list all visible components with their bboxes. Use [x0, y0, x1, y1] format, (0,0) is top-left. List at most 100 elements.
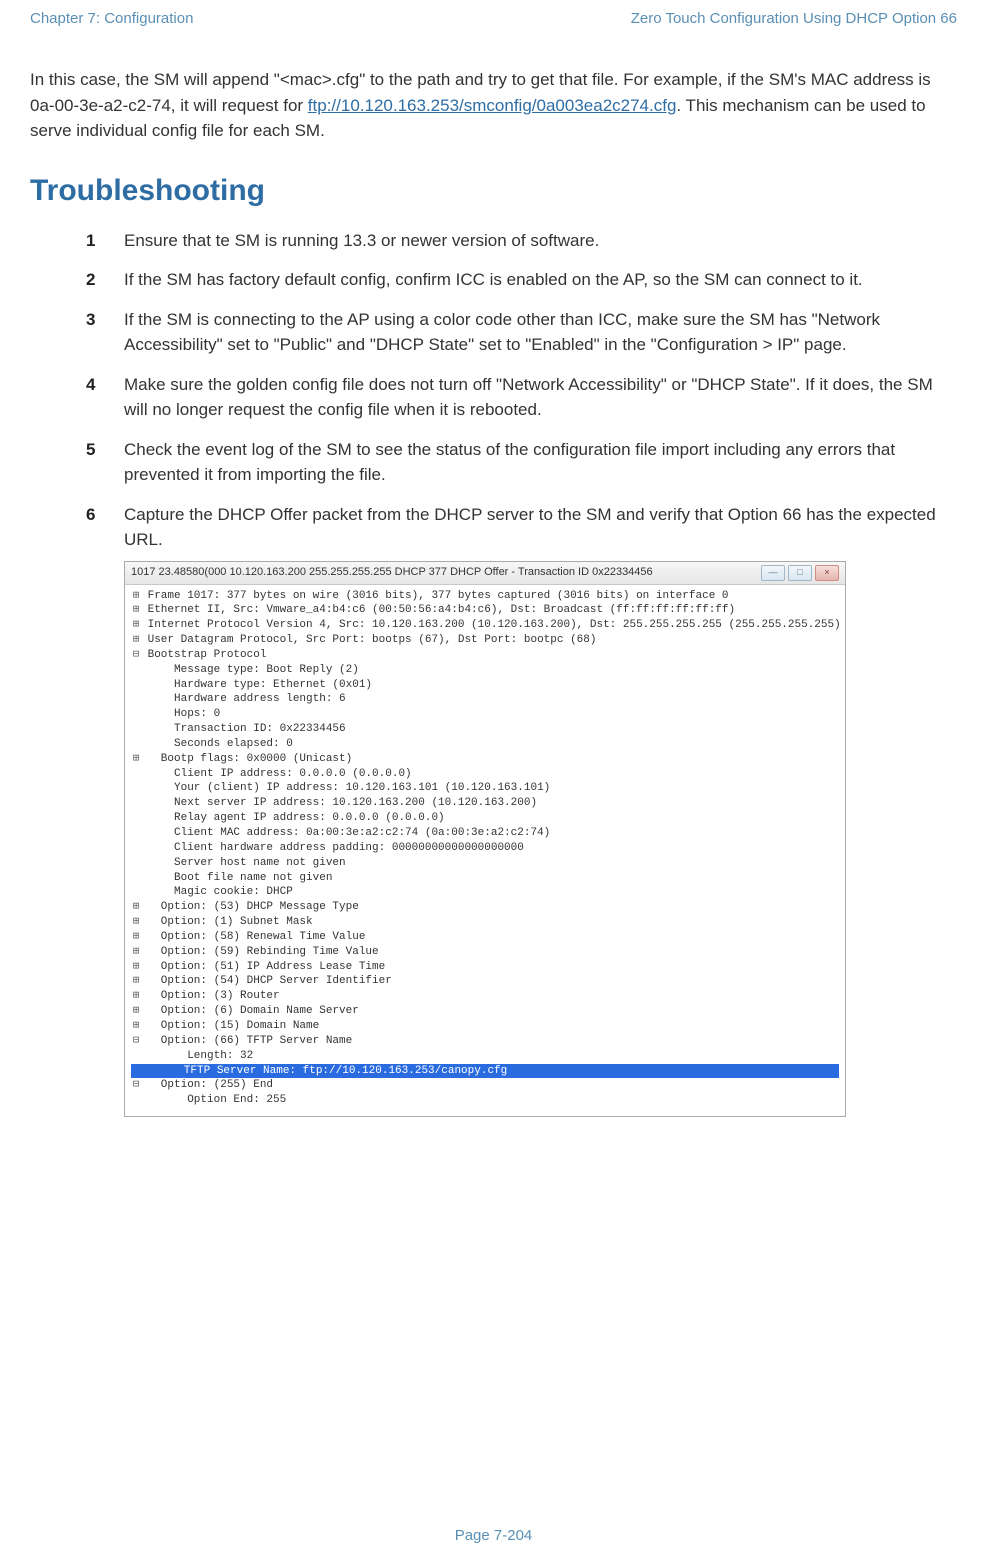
packet-line[interactable]: ⊞ Bootp flags: 0x0000 (Unicast): [131, 752, 839, 767]
packet-line[interactable]: ⊞ Frame 1017: 377 bytes on wire (3016 bi…: [131, 589, 839, 604]
packet-line[interactable]: ⊞ Option: (59) Rebinding Time Value: [131, 945, 839, 960]
tree-toggle-icon[interactable]: ⊞: [131, 960, 141, 975]
packet-line[interactable]: Server host name not given: [131, 856, 839, 871]
step-text: Make sure the golden config file does no…: [124, 375, 933, 420]
window-titlebar: 1017 23.48580(000 10.120.163.200 255.255…: [125, 562, 845, 585]
packet-line[interactable]: Your (client) IP address: 10.120.163.101…: [131, 781, 839, 796]
tree-toggle-icon[interactable]: ⊞: [131, 603, 141, 618]
intro-paragraph: In this case, the SM will append "<mac>.…: [30, 67, 957, 144]
packet-line[interactable]: TFTP Server Name: ftp://10.120.163.253/c…: [131, 1064, 839, 1079]
packet-line-text: Option: (255) End: [141, 1079, 273, 1091]
packet-line[interactable]: ⊞ Option: (54) DHCP Server Identifier: [131, 974, 839, 989]
packet-line-text: Client MAC address: 0a:00:3e:a2:c2:74 (0…: [141, 827, 550, 839]
tree-toggle-icon[interactable]: ⊞: [131, 930, 141, 945]
packet-line-text: Option: (58) Renewal Time Value: [141, 931, 365, 943]
packet-line[interactable]: ⊞ Option: (6) Domain Name Server: [131, 1004, 839, 1019]
packet-line[interactable]: Client MAC address: 0a:00:3e:a2:c2:74 (0…: [131, 826, 839, 841]
window-buttons: — □ ×: [761, 565, 839, 581]
packet-line[interactable]: Boot file name not given: [131, 871, 839, 886]
tree-toggle-icon: [131, 811, 141, 826]
packet-line[interactable]: Magic cookie: DHCP: [131, 885, 839, 900]
packet-line[interactable]: ⊞ Ethernet II, Src: Vmware_a4:b4:c6 (00:…: [131, 603, 839, 618]
tree-toggle-icon[interactable]: ⊟: [131, 1078, 141, 1093]
packet-line[interactable]: Hardware type: Ethernet (0x01): [131, 678, 839, 693]
packet-line-text: Option: (6) Domain Name Server: [141, 1005, 359, 1017]
packet-line[interactable]: Client hardware address padding: 0000000…: [131, 841, 839, 856]
packet-line-text: Magic cookie: DHCP: [141, 886, 293, 898]
packet-tree[interactable]: ⊞ Frame 1017: 377 bytes on wire (3016 bi…: [125, 585, 845, 1117]
packet-line[interactable]: Client IP address: 0.0.0.0 (0.0.0.0): [131, 767, 839, 782]
packet-line-text: Bootp flags: 0x0000 (Unicast): [141, 753, 352, 765]
packet-line-text: User Datagram Protocol, Src Port: bootps…: [141, 634, 596, 646]
tree-toggle-icon: [131, 856, 141, 871]
packet-line-text: Option: (51) IP Address Lease Time: [141, 961, 385, 973]
tree-toggle-icon[interactable]: ⊞: [131, 752, 141, 767]
packet-line[interactable]: ⊞ Option: (53) DHCP Message Type: [131, 900, 839, 915]
packet-line[interactable]: ⊞ Internet Protocol Version 4, Src: 10.1…: [131, 618, 839, 633]
packet-line[interactable]: Seconds elapsed: 0: [131, 737, 839, 752]
tree-toggle-icon: [131, 871, 141, 886]
step-text: If the SM has factory default config, co…: [124, 270, 863, 289]
tree-toggle-icon[interactable]: ⊞: [131, 974, 141, 989]
packet-line-text: Hardware address length: 6: [141, 693, 346, 705]
tree-toggle-icon: [131, 767, 141, 782]
packet-line-text: Client IP address: 0.0.0.0 (0.0.0.0): [141, 768, 412, 780]
tree-toggle-icon[interactable]: ⊞: [131, 589, 141, 604]
close-button[interactable]: ×: [815, 565, 839, 581]
tree-toggle-icon: [131, 663, 141, 678]
tree-toggle-icon[interactable]: ⊞: [131, 618, 141, 633]
tree-toggle-icon[interactable]: ⊞: [131, 900, 141, 915]
step-number: 4: [86, 372, 95, 398]
tree-toggle-icon: [131, 737, 141, 752]
packet-line[interactable]: ⊞ Option: (1) Subnet Mask: [131, 915, 839, 930]
packet-line-text: Frame 1017: 377 bytes on wire (3016 bits…: [141, 590, 729, 602]
step-item: 2 If the SM has factory default config, c…: [86, 267, 957, 293]
step-item: 3If the SM is connecting to the AP using…: [86, 307, 957, 358]
step-number: 6: [86, 502, 95, 528]
ftp-link[interactable]: ftp://10.120.163.253/smconfig/0a003ea2c2…: [308, 96, 677, 115]
packet-line[interactable]: Hardware address length: 6: [131, 692, 839, 707]
step-item: 1Ensure that te SM is running 13.3 or ne…: [86, 228, 957, 254]
tree-toggle-icon[interactable]: ⊟: [131, 648, 141, 663]
packet-line[interactable]: Next server IP address: 10.120.163.200 (…: [131, 796, 839, 811]
packet-line-text: Boot file name not given: [141, 872, 332, 884]
packet-line[interactable]: ⊟ Option: (255) End: [131, 1078, 839, 1093]
maximize-button[interactable]: □: [788, 565, 812, 581]
packet-line[interactable]: Length: 32: [131, 1049, 839, 1064]
step-text: Capture the DHCP Offer packet from the D…: [124, 505, 936, 550]
tree-toggle-icon[interactable]: ⊟: [131, 1034, 141, 1049]
tree-toggle-icon[interactable]: ⊞: [131, 989, 141, 1004]
tree-toggle-icon[interactable]: ⊞: [131, 915, 141, 930]
tree-toggle-icon[interactable]: ⊞: [131, 945, 141, 960]
packet-line[interactable]: ⊟ Bootstrap Protocol: [131, 648, 839, 663]
step-number: 2: [86, 267, 95, 293]
tree-toggle-icon: [131, 826, 141, 841]
tree-toggle-icon: [131, 796, 141, 811]
minimize-button[interactable]: —: [761, 565, 785, 581]
packet-line[interactable]: ⊞ Option: (51) IP Address Lease Time: [131, 960, 839, 975]
section-title: Troubleshooting: [30, 174, 957, 208]
packet-line-text: Length: 32: [141, 1050, 253, 1062]
packet-line[interactable]: ⊞ Option: (15) Domain Name: [131, 1019, 839, 1034]
packet-line-text: Option: (54) DHCP Server Identifier: [141, 975, 392, 987]
tree-toggle-icon[interactable]: ⊞: [131, 1019, 141, 1034]
packet-line[interactable]: Hops: 0: [131, 707, 839, 722]
packet-line[interactable]: ⊞ Option: (58) Renewal Time Value: [131, 930, 839, 945]
packet-line[interactable]: Transaction ID: 0x22334456: [131, 722, 839, 737]
packet-line-text: Ethernet II, Src: Vmware_a4:b4:c6 (00:50…: [141, 604, 735, 616]
packet-line[interactable]: ⊞ Option: (3) Router: [131, 989, 839, 1004]
packet-line[interactable]: ⊟ Option: (66) TFTP Server Name: [131, 1034, 839, 1049]
packet-line-text: Option: (3) Router: [141, 990, 280, 1002]
packet-line[interactable]: Option End: 255: [131, 1093, 839, 1108]
packet-line[interactable]: ⊞ User Datagram Protocol, Src Port: boot…: [131, 633, 839, 648]
tree-toggle-icon[interactable]: ⊞: [131, 633, 141, 648]
packet-line[interactable]: Message type: Boot Reply (2): [131, 663, 839, 678]
packet-line-text: Option: (66) TFTP Server Name: [141, 1035, 352, 1047]
step-number: 3: [86, 307, 95, 333]
step-item: 4 Make sure the golden config file does n…: [86, 372, 957, 423]
packet-line-text: Internet Protocol Version 4, Src: 10.120…: [141, 619, 841, 631]
packet-line[interactable]: Relay agent IP address: 0.0.0.0 (0.0.0.0…: [131, 811, 839, 826]
highlighted-line[interactable]: TFTP Server Name: ftp://10.120.163.253/c…: [131, 1064, 839, 1079]
tree-toggle-icon[interactable]: ⊞: [131, 1004, 141, 1019]
packet-line-text: Relay agent IP address: 0.0.0.0 (0.0.0.0…: [141, 812, 445, 824]
